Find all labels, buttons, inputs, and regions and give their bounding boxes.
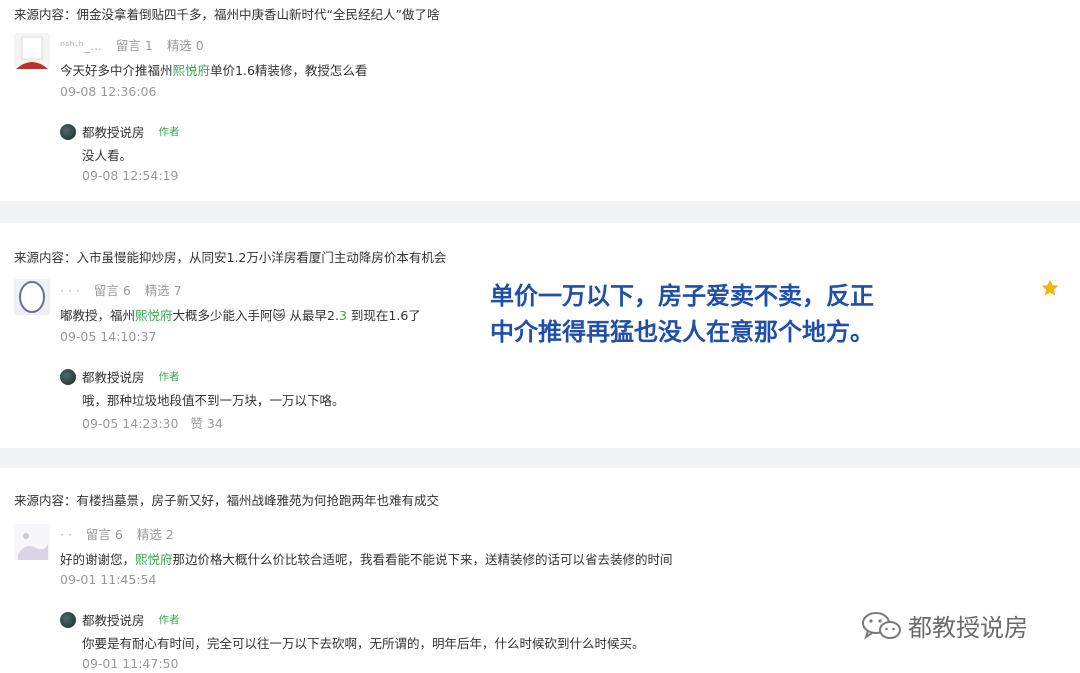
user-avatar-image	[14, 33, 50, 69]
author-avatar[interactable]	[60, 123, 76, 140]
comment-card-1: 来源内容：佣金没拿着倒贴四千多，福州中庚香山新时代“全民经纪人”做了啥 ⁿˢʰ·…	[0, 0, 1080, 201]
featured-count: 精选 7	[144, 283, 182, 298]
comment-time: 09-01 11:45:54	[60, 572, 157, 587]
user-avatar-image	[14, 524, 50, 560]
star-icon[interactable]	[1040, 278, 1060, 298]
author-name[interactable]: 都教授说房	[82, 122, 145, 141]
comment-meta: · · · 留言 6 精选 7	[60, 280, 192, 299]
user-avatar-image	[14, 279, 50, 315]
comment-text-part: 好的谢谢您，	[60, 552, 136, 567]
comment-text: 嘟教授，福州熙悦府大概多少能入手阿😿 从最早2.3 到现在1.6了	[60, 305, 421, 324]
replies-count: 留言 6	[93, 283, 131, 298]
comment-text-part: 嘟教授，福州	[60, 308, 136, 323]
replies-count: 留言 1	[115, 38, 153, 53]
reply-time-value: 09-05 14:23:30	[82, 416, 179, 431]
reply-time: 09-05 14:23:30 赞 34	[82, 413, 223, 432]
author-tag: 作者	[158, 371, 180, 383]
highlight-keyword[interactable]: 熙悦府	[135, 552, 173, 567]
source-content[interactable]: 来源内容：入市虽慢能抑炒房，从同安1.2万小洋房看厦门主动降房价本有机会	[14, 247, 446, 266]
reply-time-value: 09-08 12:54:19	[82, 168, 179, 183]
source-content[interactable]: 来源内容：佣金没拿着倒贴四千多，福州中庚香山新时代“全民经纪人”做了啥	[14, 4, 439, 23]
comment-text-part: 今天好多中介推福州	[60, 63, 173, 78]
source-content[interactable]: 来源内容：有楼挡墓景，房子新又好，福州战峰雅苑为何抢跑两年也难有成交	[14, 490, 439, 509]
card-divider	[0, 448, 1080, 468]
avatar[interactable]	[14, 33, 50, 69]
comment-text-part: 大概多少能入手阿😿 从最早2.	[172, 308, 339, 323]
card-divider	[0, 201, 1080, 223]
watermark-text: 都教授说房	[908, 614, 1028, 642]
comment-text-part: 那边价格大概什么价比较合适呢，我看看能不能说下来，送精装修的话可以省去装修的时间	[172, 552, 673, 567]
author-avatar[interactable]	[60, 368, 76, 385]
featured-count: 精选 0	[166, 38, 204, 53]
reply-text: 你要是有耐心有时间，完全可以往一万以下去砍啊，无所谓的，明年后年，什么时候砍到什…	[82, 636, 645, 651]
user-name[interactable]: · · ·	[60, 283, 80, 298]
author-reply-header: 都教授说房 作者	[60, 610, 180, 629]
overlay-annotation: 单价一万以下，房子爱卖不卖，反正 中介推得再猛也没人在意那个地方。	[490, 278, 874, 350]
comment-text: 好的谢谢您，熙悦府那边价格大概什么价比较合适呢，我看看能不能说下来，送精装修的话…	[60, 549, 673, 568]
author-tag: 作者	[158, 126, 180, 138]
highlight-number: 3	[338, 308, 347, 323]
user-name[interactable]: ⁿˢʰ·ʰ_...	[60, 38, 102, 53]
reply-time: 09-01 11:47:50	[82, 656, 178, 671]
reply-time: 09-08 12:54:19	[82, 168, 178, 183]
author-avatar[interactable]	[60, 611, 76, 628]
comment-time: 09-05 14:10:37	[60, 329, 157, 344]
author-name[interactable]: 都教授说房	[82, 367, 145, 386]
comment-text-part: 单价1.6精装修，教授怎么看	[210, 63, 368, 78]
comment-meta: ⁿˢʰ·ʰ_... 留言 1 精选 0	[60, 35, 214, 54]
comment-meta: · · 留言 6 精选 2	[60, 524, 184, 543]
comment-time: 09-08 12:36:06	[60, 84, 157, 99]
avatar[interactable]	[14, 524, 50, 560]
replies-count: 留言 6	[85, 527, 123, 542]
avatar[interactable]	[14, 279, 50, 315]
featured-count: 精选 2	[136, 527, 174, 542]
reply-time-value: 09-01 11:47:50	[82, 656, 179, 671]
author-reply-header: 都教授说房 作者	[60, 367, 180, 386]
highlight-keyword[interactable]: 熙悦府	[173, 63, 211, 78]
author-name[interactable]: 都教授说房	[82, 610, 145, 629]
author-tag: 作者	[158, 614, 180, 626]
reply-text: 没人看。	[82, 148, 133, 163]
like-count[interactable]: 赞 34	[190, 416, 222, 431]
watermark: 都教授说房	[860, 608, 1028, 643]
author-reply-header: 都教授说房 作者	[60, 122, 180, 141]
overlay-line-1: 单价一万以下，房子爱卖不卖，反正	[490, 282, 874, 310]
comment-text: 今天好多中介推福州熙悦府单价1.6精装修，教授怎么看	[60, 60, 367, 79]
comment-text-part: 到现在1.6了	[346, 308, 421, 323]
reply-text: 哦，那种垃圾地段值不到一万块，一万以下咯。	[82, 393, 345, 408]
wechat-icon	[862, 611, 901, 639]
overlay-line-2: 中介推得再猛也没人在意那个地方。	[490, 318, 874, 346]
highlight-keyword[interactable]: 熙悦府	[135, 308, 173, 323]
user-name[interactable]: · ·	[60, 527, 72, 542]
